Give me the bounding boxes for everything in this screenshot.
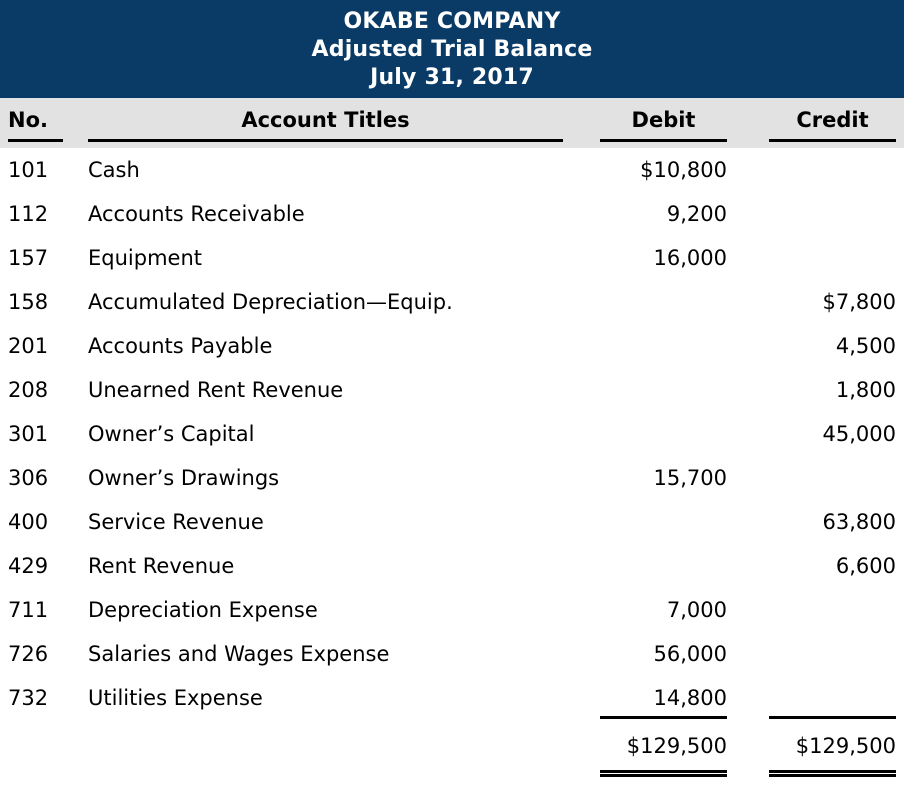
account-number: 726 (8, 642, 49, 666)
total-rule-above-debit (600, 716, 727, 719)
debit-amount: 16,000 (653, 246, 727, 270)
account-title: Cash (88, 158, 140, 182)
account-number: 112 (8, 202, 49, 226)
credit-amount: $7,800 (822, 290, 896, 314)
column-header-band: No. Account Titles Debit Credit (0, 98, 904, 148)
column-header-rule-debit (600, 139, 727, 142)
column-header-rule-credit (769, 139, 896, 142)
debit-amount: 9,200 (666, 202, 727, 226)
table-row: 112 Accounts Receivable 9,200 (0, 192, 904, 236)
statement-date: July 31, 2017 (370, 65, 534, 90)
table-row: 306 Owner’s Drawings 15,700 (0, 456, 904, 500)
account-title: Salaries and Wages Expense (88, 642, 390, 666)
table-row: 711 Depreciation Expense 7,000 (0, 588, 904, 632)
statement-title: Adjusted Trial Balance (311, 37, 593, 62)
account-number: 208 (8, 378, 49, 402)
account-number: 400 (8, 510, 49, 534)
table-row: 157 Equipment 16,000 (0, 236, 904, 280)
title-banner: OKABE COMPANY Adjusted Trial Balance Jul… (0, 0, 904, 98)
double-rule-below-debit-total (600, 770, 727, 777)
credit-amount: 45,000 (822, 422, 896, 446)
adjusted-trial-balance-sheet: OKABE COMPANY Adjusted Trial Balance Jul… (0, 0, 904, 790)
totals-row: $129,500 $129,500 (0, 724, 904, 768)
table-row: 732 Utilities Expense 14,800 (0, 676, 904, 720)
double-rule-below-credit-total (769, 770, 896, 777)
credit-amount: 4,500 (835, 334, 896, 358)
table-row: 429 Rent Revenue 6,600 (0, 544, 904, 588)
account-rows: 101 Cash $10,800 112 Accounts Receivable 9,20… (0, 148, 904, 720)
debit-amount: 14,800 (653, 686, 727, 710)
credit-amount: 1,800 (835, 378, 896, 402)
total-credit: $129,500 (795, 734, 896, 758)
column-header-credit: Credit (796, 108, 869, 132)
column-header-rule-account-titles (88, 139, 563, 142)
account-title: Service Revenue (88, 510, 264, 534)
account-number: 201 (8, 334, 49, 358)
debit-amount: 7,000 (666, 598, 727, 622)
account-number: 158 (8, 290, 49, 314)
credit-amount: 6,600 (835, 554, 896, 578)
account-number: 732 (8, 686, 49, 710)
debit-amount: 56,000 (653, 642, 727, 666)
account-number: 306 (8, 466, 49, 490)
table-row: 101 Cash $10,800 (0, 148, 904, 192)
account-title: Accounts Receivable (88, 202, 305, 226)
account-title: Utilities Expense (88, 686, 263, 710)
table-row: 201 Accounts Payable 4,500 (0, 324, 904, 368)
account-number: 711 (8, 598, 49, 622)
table-row: 400 Service Revenue 63,800 (0, 500, 904, 544)
account-title: Depreciation Expense (88, 598, 318, 622)
account-title: Owner’s Drawings (88, 466, 280, 490)
account-title: Unearned Rent Revenue (88, 378, 344, 402)
column-header-debit: Debit (631, 108, 696, 132)
table-row: 158 Accumulated Depreciation—Equip. $7,800 (0, 280, 904, 324)
total-debit: $129,500 (626, 734, 727, 758)
company-name: OKABE COMPANY (343, 9, 561, 34)
account-number: 157 (8, 246, 49, 270)
debit-amount: $10,800 (640, 158, 727, 182)
account-title: Equipment (88, 246, 202, 270)
column-header-no: No. (8, 108, 48, 132)
account-number: 101 (8, 158, 49, 182)
credit-amount: 63,800 (822, 510, 896, 534)
table-row: 208 Unearned Rent Revenue 1,800 (0, 368, 904, 412)
account-title: Owner’s Capital (88, 422, 255, 446)
account-number: 429 (8, 554, 49, 578)
account-number: 301 (8, 422, 49, 446)
table-row: 726 Salaries and Wages Expense 56,000 (0, 632, 904, 676)
column-header-rule-no (8, 139, 63, 142)
total-rule-above-credit (769, 716, 896, 719)
account-title: Accumulated Depreciation—Equip. (88, 290, 453, 314)
table-row: 301 Owner’s Capital 45,000 (0, 412, 904, 456)
debit-amount: 15,700 (653, 466, 727, 490)
account-title: Rent Revenue (88, 554, 235, 578)
column-header-account-titles: Account Titles (241, 108, 410, 132)
account-title: Accounts Payable (88, 334, 273, 358)
